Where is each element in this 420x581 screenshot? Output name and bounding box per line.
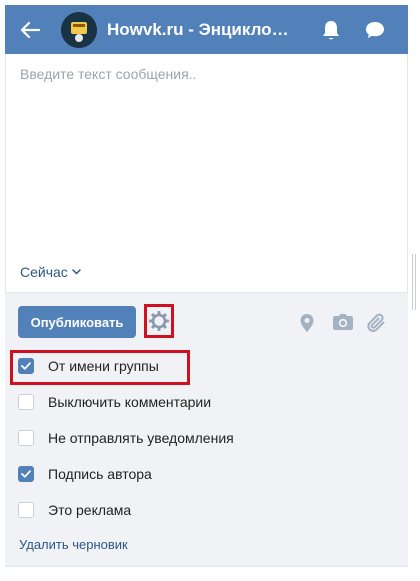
messages-button[interactable] <box>353 5 397 54</box>
chat-bubble-icon <box>366 21 384 38</box>
option-advertisement[interactable]: Это реклама <box>18 497 131 523</box>
camera-icon <box>333 314 353 330</box>
message-placeholder[interactable]: Введите текст сообщения.. <box>20 66 196 82</box>
publish-time-label: Сейчас <box>20 264 68 280</box>
notifications-button[interactable] <box>309 5 353 54</box>
post-options-panel: Опубликовать От имени группы Выключить к… <box>5 292 408 566</box>
community-title[interactable]: Howvk.ru - Энциклопедия ВКонтакте <box>107 20 297 40</box>
scrollbar-grip-line <box>412 254 413 310</box>
attach-button[interactable] <box>367 313 387 333</box>
top-bar: Howvk.ru - Энциклопедия ВКонтакте <box>5 5 408 54</box>
settings-button-highlight[interactable] <box>144 304 174 338</box>
checkbox-checked[interactable] <box>18 466 34 482</box>
gear-icon <box>149 311 169 331</box>
chevron-down-icon <box>72 269 81 275</box>
scrollbar-grip-line <box>415 254 416 310</box>
option-label: Не отправлять уведомления <box>48 430 234 446</box>
option-label: Это реклама <box>48 502 132 518</box>
location-button[interactable] <box>299 313 315 333</box>
divider <box>5 566 408 567</box>
publish-time-selector[interactable]: Сейчас <box>20 264 81 280</box>
option-label: Подпись автора <box>48 466 152 482</box>
checkmark-icon <box>21 362 31 370</box>
community-avatar[interactable] <box>61 11 97 48</box>
checkbox-unchecked[interactable] <box>18 502 34 518</box>
paperclip-icon <box>367 313 385 332</box>
delete-draft-link[interactable]: Удалить черновик <box>19 537 128 552</box>
arrow-left-icon <box>20 21 40 38</box>
option-no-notifications[interactable]: Не отправлять уведомления <box>18 425 234 451</box>
option-disable-comments[interactable]: Выключить комментарии <box>18 389 211 415</box>
publish-button[interactable]: Опубликовать <box>18 306 136 338</box>
location-pin-icon <box>300 314 314 332</box>
message-editor[interactable]: Введите текст сообщения.. Сейчас <box>5 54 408 292</box>
checkbox-unchecked[interactable] <box>18 394 34 410</box>
scrollbar[interactable] <box>412 254 416 310</box>
option-author-signature[interactable]: Подпись автора <box>18 461 152 487</box>
post-composer-screen: Howvk.ru - Энциклопедия ВКонтакте Введит… <box>0 0 420 581</box>
back-button[interactable] <box>5 5 55 54</box>
checkbox-checked[interactable] <box>18 358 34 374</box>
option-label: Выключить комментарии <box>48 394 212 410</box>
option-label: От имени группы <box>48 358 159 374</box>
photo-button[interactable] <box>332 313 354 331</box>
bell-icon <box>323 20 339 39</box>
community-logo-icon <box>61 11 97 48</box>
checkmark-icon <box>21 470 31 478</box>
option-post-as-group[interactable]: От имени группы <box>18 353 159 379</box>
checkbox-unchecked[interactable] <box>18 430 34 446</box>
